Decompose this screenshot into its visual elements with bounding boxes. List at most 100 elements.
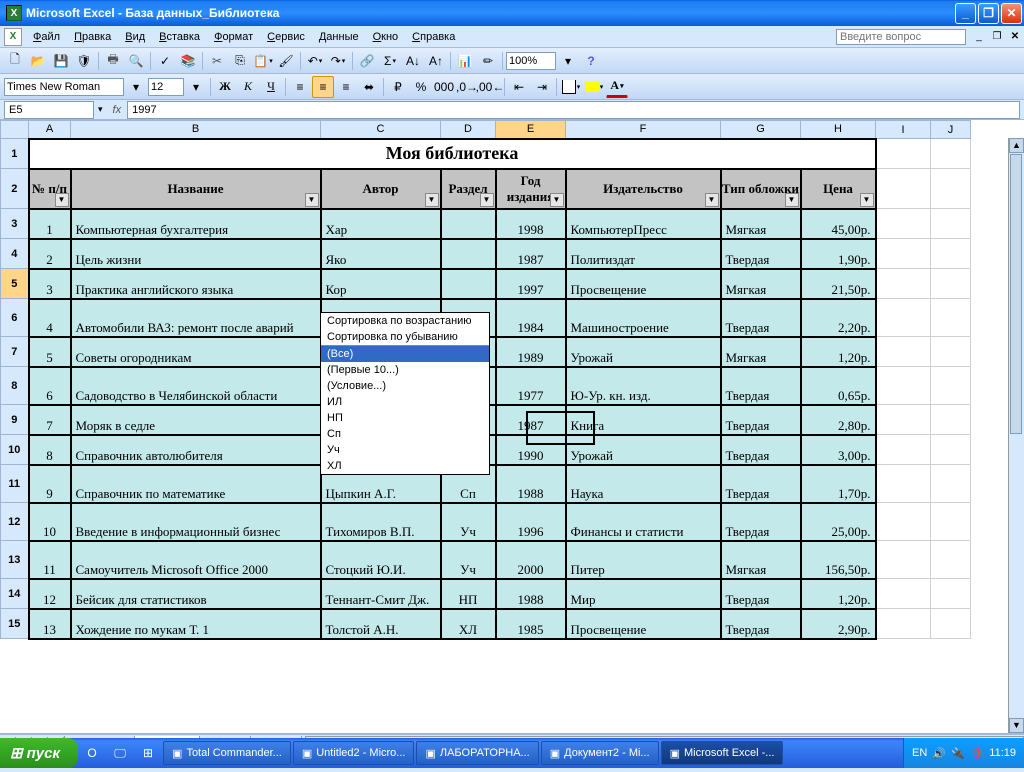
col-header-H[interactable]: H	[801, 121, 876, 139]
table-header-6[interactable]: Тип обложки▼	[721, 169, 801, 209]
cell-F14[interactable]: Мир	[566, 579, 721, 609]
fx-icon[interactable]: fx	[113, 104, 122, 116]
cell-F13[interactable]: Питер	[566, 541, 721, 579]
row-header-12[interactable]: 12	[1, 503, 29, 541]
underline-icon[interactable]: Ч	[260, 76, 282, 98]
quicklaunch-tc-icon[interactable]: ⊞	[136, 741, 160, 765]
open-icon[interactable]: 📂	[27, 50, 49, 72]
cut-icon[interactable]: ✂	[206, 50, 228, 72]
menu-tools[interactable]: Сервис	[260, 28, 312, 46]
cell-C14[interactable]: Теннант-Смит Дж.	[321, 579, 441, 609]
cell-E6[interactable]: 1984	[496, 299, 566, 337]
print-icon[interactable]: 🖶	[102, 50, 124, 72]
cell-D15[interactable]: ХЛ	[441, 609, 496, 639]
cell-D14[interactable]: НП	[441, 579, 496, 609]
start-button[interactable]: ⊞пуск	[0, 738, 78, 768]
tray-volume-icon[interactable]: 🔊	[932, 746, 946, 760]
scroll-thumb-v[interactable]	[1010, 154, 1022, 434]
cell-G6[interactable]: Твердая	[721, 299, 801, 337]
comma-icon[interactable]: 000	[433, 76, 455, 98]
permission-icon[interactable]: 🛡	[73, 50, 95, 72]
filter-option[interactable]: (Все)	[321, 346, 489, 362]
cell-A7[interactable]: 5	[29, 337, 71, 367]
cell-G11[interactable]: Твердая	[721, 465, 801, 503]
spelling-icon[interactable]: ✓	[154, 50, 176, 72]
cell-F12[interactable]: Финансы и статисти	[566, 503, 721, 541]
col-header-B[interactable]: B	[71, 121, 321, 139]
table-header-5[interactable]: Издательство▼	[566, 169, 721, 209]
select-all-corner[interactable]	[1, 121, 29, 139]
tray-shield-icon[interactable]: 🛡	[970, 746, 984, 760]
scroll-down-icon[interactable]: ▼	[1009, 718, 1024, 733]
cell-H15[interactable]: 2,90р.	[801, 609, 876, 639]
decrease-indent-icon[interactable]: ⇤	[508, 76, 530, 98]
app-menu-icon[interactable]: X	[4, 28, 22, 46]
cell-H14[interactable]: 1,20р.	[801, 579, 876, 609]
cell-D5[interactable]	[441, 269, 496, 299]
cell-A9[interactable]: 7	[29, 405, 71, 435]
cell-H6[interactable]: 2,20р.	[801, 299, 876, 337]
col-header-G[interactable]: G	[721, 121, 801, 139]
paste-icon[interactable]: 📋	[252, 50, 274, 72]
cell-H7[interactable]: 1,20р.	[801, 337, 876, 367]
cell-C3[interactable]: Хар	[321, 209, 441, 239]
help-search-input[interactable]	[836, 29, 966, 45]
cell-F11[interactable]: Наука	[566, 465, 721, 503]
menu-help[interactable]: Справка	[405, 28, 462, 46]
cell-C4[interactable]: Яко	[321, 239, 441, 269]
maximize-button[interactable]: ❐	[978, 3, 999, 24]
formula-input[interactable]	[127, 101, 1020, 119]
row-header-8[interactable]: 8	[1, 367, 29, 405]
cell-E10[interactable]: 1990	[496, 435, 566, 465]
minimize-button[interactable]: _	[955, 3, 976, 24]
cell-F9[interactable]: Книга	[566, 405, 721, 435]
name-box[interactable]	[4, 101, 94, 119]
cell-A8[interactable]: 6	[29, 367, 71, 405]
cell-F5[interactable]: Просвещение	[566, 269, 721, 299]
row-header-2[interactable]: 2	[1, 169, 29, 209]
cell-G4[interactable]: Твердая	[721, 239, 801, 269]
cell-F7[interactable]: Урожай	[566, 337, 721, 367]
taskbar-item[interactable]: ▣Microsoft Excel -...	[661, 741, 784, 765]
row-header-4[interactable]: 4	[1, 239, 29, 269]
cell-A10[interactable]: 8	[29, 435, 71, 465]
cell-E13[interactable]: 2000	[496, 541, 566, 579]
col-header-F[interactable]: F	[566, 121, 721, 139]
help-icon[interactable]: ?	[580, 50, 602, 72]
cell-A14[interactable]: 12	[29, 579, 71, 609]
tray-network-icon[interactable]: 🔌	[951, 746, 965, 760]
cell-F10[interactable]: Урожай	[566, 435, 721, 465]
col-header-C[interactable]: C	[321, 121, 441, 139]
currency-icon[interactable]: ₽	[387, 76, 409, 98]
cell-B4[interactable]: Цель жизни	[71, 239, 321, 269]
redo-icon[interactable]: ↷	[327, 50, 349, 72]
cell-F8[interactable]: Ю-Ур. кн. изд.	[566, 367, 721, 405]
sort-desc-icon[interactable]: A↑	[425, 50, 447, 72]
taskbar-item[interactable]: ▣Untitled2 - Micro...	[293, 741, 415, 765]
table-header-3[interactable]: Раздел▼	[441, 169, 496, 209]
cell-G15[interactable]: Твердая	[721, 609, 801, 639]
fill-color-icon[interactable]	[583, 76, 605, 98]
row-header-6[interactable]: 6	[1, 299, 29, 337]
cell-E8[interactable]: 1977	[496, 367, 566, 405]
table-header-2[interactable]: Автор▼	[321, 169, 441, 209]
cell-B3[interactable]: Компьютерная бухгалтерия	[71, 209, 321, 239]
cell-A13[interactable]: 11	[29, 541, 71, 579]
filter-option[interactable]: (Условие...)	[321, 378, 489, 394]
cell-B5[interactable]: Практика английского языка	[71, 269, 321, 299]
taskbar-item[interactable]: ▣Документ2 - Mi...	[541, 741, 659, 765]
filter-option[interactable]: Уч	[321, 442, 489, 458]
doc-minimize-button[interactable]: _	[971, 30, 987, 44]
table-header-1[interactable]: Название▼	[71, 169, 321, 209]
cell-E7[interactable]: 1989	[496, 337, 566, 367]
research-icon[interactable]: 📚	[177, 50, 199, 72]
cell-B9[interactable]: Моряк в седле	[71, 405, 321, 435]
cell-F15[interactable]: Просвещение	[566, 609, 721, 639]
col-header-J[interactable]: J	[931, 121, 971, 139]
cell-F6[interactable]: Машиностроение	[566, 299, 721, 337]
cell-A11[interactable]: 9	[29, 465, 71, 503]
cell-H12[interactable]: 25,00р.	[801, 503, 876, 541]
cell-A4[interactable]: 2	[29, 239, 71, 269]
cell-D12[interactable]: Уч	[441, 503, 496, 541]
row-header-1[interactable]: 1	[1, 139, 29, 169]
